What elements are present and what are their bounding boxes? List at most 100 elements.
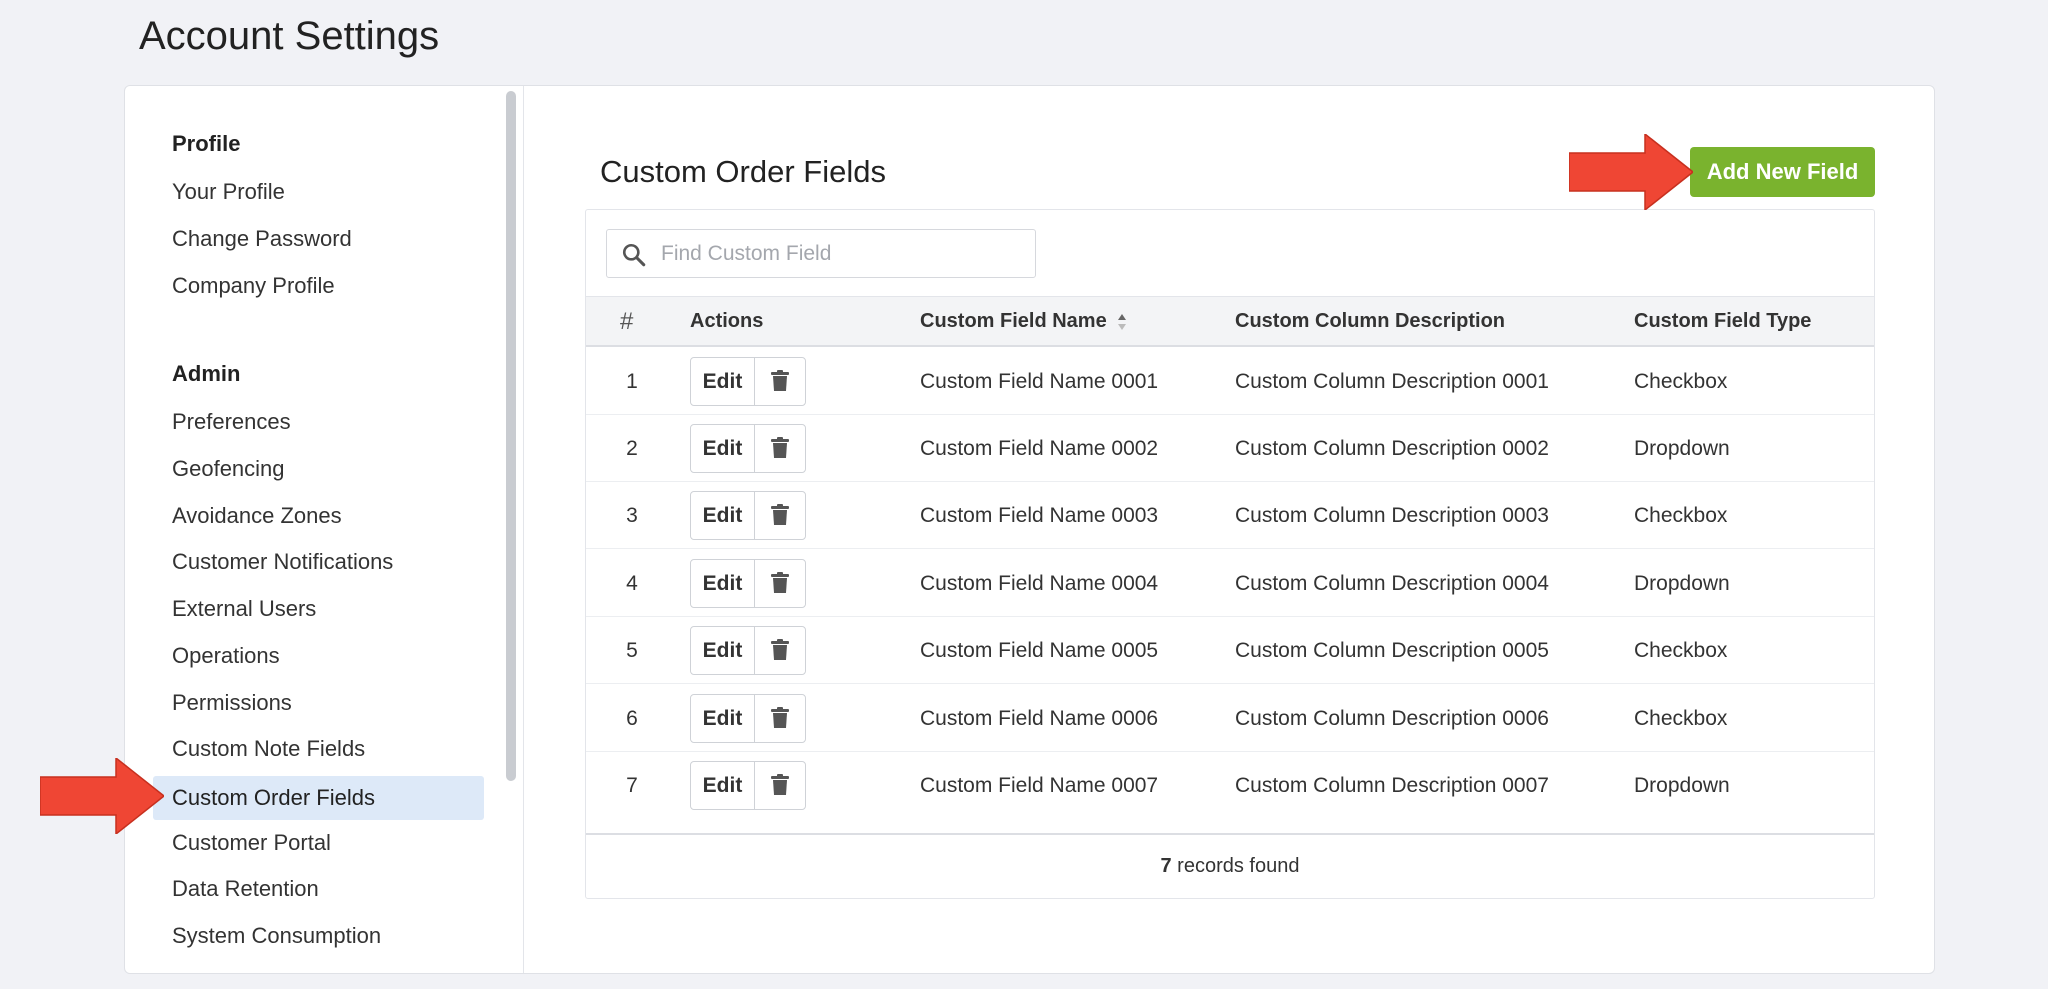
arrow-pointer-icon bbox=[1569, 134, 1693, 210]
edit-button[interactable]: Edit bbox=[691, 627, 755, 674]
column-header-type: Custom Field Type bbox=[1634, 310, 1812, 332]
delete-button[interactable] bbox=[756, 358, 805, 405]
cell-field-type: Dropdown bbox=[1634, 572, 1730, 595]
records-count: 7 bbox=[1160, 855, 1172, 877]
row-number: 4 bbox=[626, 572, 638, 595]
cell-field-name: Custom Field Name 0003 bbox=[920, 504, 1159, 527]
cell-field-type: Dropdown bbox=[1634, 774, 1730, 797]
sidebar-item-geofencing[interactable]: Geofencing bbox=[172, 447, 285, 491]
sidebar-item-operations[interactable]: Operations bbox=[172, 634, 280, 678]
sort-icon[interactable] bbox=[1117, 313, 1127, 331]
cell-field-name: Custom Field Name 0006 bbox=[920, 707, 1159, 730]
cell-description: Custom Column Description 0005 bbox=[1235, 639, 1549, 662]
trash-icon bbox=[771, 774, 789, 795]
edit-button[interactable]: Edit bbox=[691, 560, 755, 607]
sidebar-item-customer-notifications[interactable]: Customer Notifications bbox=[172, 540, 393, 584]
row-actions: Edit bbox=[690, 357, 806, 406]
trash-icon bbox=[771, 639, 789, 660]
edit-button[interactable]: Edit bbox=[691, 762, 755, 809]
delete-button[interactable] bbox=[756, 492, 805, 539]
row-actions: Edit bbox=[690, 491, 806, 540]
trash-icon bbox=[771, 437, 789, 458]
row-number: 2 bbox=[626, 437, 638, 460]
table-footer: 7 records found bbox=[586, 833, 1874, 899]
table-row: 3 Edit Custom Field Name 0003 Custom Col… bbox=[586, 482, 1874, 549]
cell-field-name: Custom Field Name 0002 bbox=[920, 437, 1159, 460]
table-row: 6 Edit Custom Field Name 0006 Custom Col… bbox=[586, 685, 1874, 752]
cell-description: Custom Column Description 0007 bbox=[1235, 774, 1549, 797]
cell-field-name: Custom Field Name 0005 bbox=[920, 639, 1159, 662]
cell-field-type: Checkbox bbox=[1634, 504, 1728, 527]
delete-button[interactable] bbox=[756, 425, 805, 472]
delete-button[interactable] bbox=[756, 560, 805, 607]
sidebar-scrollbar[interactable] bbox=[506, 91, 516, 781]
row-actions: Edit bbox=[690, 761, 806, 810]
edit-button[interactable]: Edit bbox=[691, 492, 755, 539]
row-number: 3 bbox=[626, 504, 638, 527]
cell-field-name: Custom Field Name 0004 bbox=[920, 572, 1159, 595]
table-row: 5 Edit Custom Field Name 0005 Custom Col… bbox=[586, 617, 1874, 684]
edit-button[interactable]: Edit bbox=[691, 425, 755, 472]
sidebar-item-custom-note-fields[interactable]: Custom Note Fields bbox=[172, 727, 365, 771]
arrow-pointer-icon bbox=[40, 758, 164, 834]
section-title: Custom Order Fields bbox=[600, 154, 886, 189]
row-number: 5 bbox=[626, 639, 638, 662]
records-found-label: records found bbox=[1171, 855, 1300, 877]
sidebar-item-customer-portal[interactable]: Customer Portal bbox=[172, 821, 331, 865]
delete-button[interactable] bbox=[756, 762, 805, 809]
search-icon bbox=[622, 243, 646, 267]
cell-description: Custom Column Description 0002 bbox=[1235, 437, 1549, 460]
column-header-number: # bbox=[620, 308, 634, 335]
settings-sidebar: Profile Your Profile Change Password Com… bbox=[125, 86, 524, 973]
cell-field-type: Checkbox bbox=[1634, 639, 1728, 662]
table-row: 2 Edit Custom Field Name 0002 Custom Col… bbox=[586, 415, 1874, 482]
cell-field-type: Checkbox bbox=[1634, 370, 1728, 393]
table-row: 4 Edit Custom Field Name 0004 Custom Col… bbox=[586, 550, 1874, 617]
cell-field-type: Checkbox bbox=[1634, 707, 1728, 730]
trash-icon bbox=[771, 370, 789, 391]
edit-button[interactable]: Edit bbox=[691, 358, 755, 405]
edit-button[interactable]: Edit bbox=[691, 695, 755, 742]
trash-icon bbox=[771, 707, 789, 728]
cell-description: Custom Column Description 0006 bbox=[1235, 707, 1549, 730]
row-actions: Edit bbox=[690, 424, 806, 473]
row-number: 6 bbox=[626, 707, 638, 730]
sidebar-item-external-users[interactable]: External Users bbox=[172, 587, 316, 631]
sidebar-item-custom-order-fields[interactable]: Custom Order Fields bbox=[153, 776, 484, 820]
delete-button[interactable] bbox=[756, 695, 805, 742]
cell-description: Custom Column Description 0004 bbox=[1235, 572, 1549, 595]
column-header-description: Custom Column Description bbox=[1235, 310, 1506, 332]
sidebar-item-permissions[interactable]: Permissions bbox=[172, 681, 292, 725]
sidebar-item-avoidance-zones[interactable]: Avoidance Zones bbox=[172, 494, 342, 538]
sidebar-heading-admin: Admin bbox=[172, 361, 241, 386]
cell-field-name: Custom Field Name 0001 bbox=[920, 370, 1159, 393]
sidebar-item-your-profile[interactable]: Your Profile bbox=[172, 170, 285, 214]
column-header-name-label: Custom Field Name bbox=[920, 310, 1107, 332]
row-number: 7 bbox=[626, 774, 638, 797]
trash-icon bbox=[771, 572, 789, 593]
table-row: 7 Edit Custom Field Name 0007 Custom Col… bbox=[586, 752, 1874, 819]
sidebar-item-change-password[interactable]: Change Password bbox=[172, 217, 352, 261]
add-new-field-button[interactable]: Add New Field bbox=[1690, 147, 1875, 197]
delete-button[interactable] bbox=[756, 627, 805, 674]
table-row: 1 Edit Custom Field Name 0001 Custom Col… bbox=[586, 348, 1874, 415]
table-header: # Actions Custom Field Name Custom Colum… bbox=[586, 296, 1874, 347]
cell-description: Custom Column Description 0001 bbox=[1235, 370, 1549, 393]
main-panel: Custom Order Fields Add New Field # Acti… bbox=[525, 86, 1934, 973]
sidebar-item-system-consumption[interactable]: System Consumption bbox=[172, 914, 381, 958]
trash-icon bbox=[771, 504, 789, 525]
sidebar-item-data-retention[interactable]: Data Retention bbox=[172, 867, 319, 911]
sidebar-heading-profile: Profile bbox=[172, 131, 241, 156]
row-number: 1 bbox=[626, 370, 638, 393]
page-title: Account Settings bbox=[139, 14, 440, 58]
cell-field-name: Custom Field Name 0007 bbox=[920, 774, 1159, 797]
search-input[interactable] bbox=[661, 230, 1031, 277]
settings-card: Profile Your Profile Change Password Com… bbox=[124, 85, 1935, 974]
row-actions: Edit bbox=[690, 694, 806, 743]
column-header-actions: Actions bbox=[690, 310, 764, 332]
row-actions: Edit bbox=[690, 559, 806, 608]
search-box[interactable] bbox=[606, 229, 1036, 278]
column-header-name[interactable]: Custom Field Name bbox=[920, 297, 1127, 346]
sidebar-item-preferences[interactable]: Preferences bbox=[172, 400, 291, 444]
sidebar-item-company-profile[interactable]: Company Profile bbox=[172, 264, 335, 308]
